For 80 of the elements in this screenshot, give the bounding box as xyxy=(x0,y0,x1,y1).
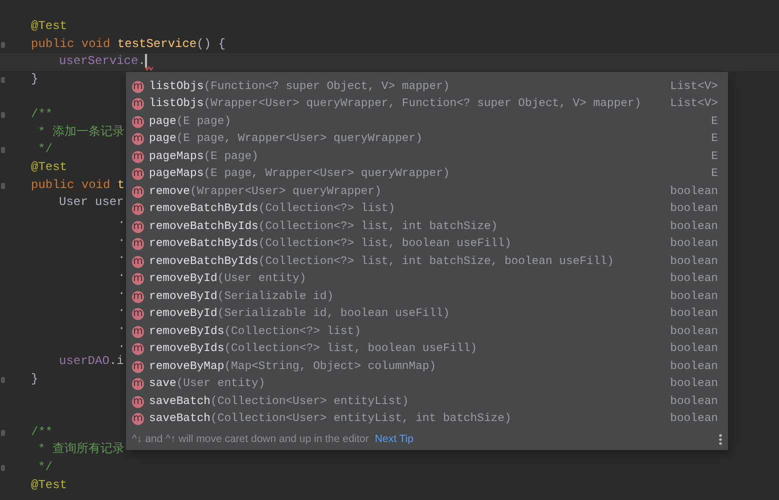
completion-item[interactable]: m listObjs(Wrapper<User> queryWrapper, Function<? super Object, V> mapper) List<V> xyxy=(126,96,728,113)
code-text: @Test xyxy=(31,160,68,174)
code-text: public void xyxy=(31,178,112,192)
completion-item[interactable]: m removeByIds(Collection<?> list, boolean useFill) boolean xyxy=(126,340,728,358)
method-icon: m xyxy=(132,378,144,390)
code-text: . xyxy=(118,301,126,316)
completion-item[interactable]: m removeByIds(Collection<?> list) boolean xyxy=(126,323,728,340)
code-text: () { xyxy=(196,36,226,51)
method-icon: m xyxy=(132,186,144,198)
method-icon: m xyxy=(132,98,144,110)
method-icon: m xyxy=(132,360,144,373)
method-icon: m xyxy=(132,133,144,146)
completion-item[interactable]: m removeById(Serializable id, boolean useFill) boolean xyxy=(126,306,728,323)
code-text: public void xyxy=(31,36,112,51)
completion-item[interactable]: m saveBatch(Collection<User> entityList, int batchSize) boolean xyxy=(126,410,728,428)
completion-item[interactable]: m removeBatchByIds(Collection<?> list) boolean xyxy=(126,200,728,218)
completion-item[interactable]: m removeBatchByIds(Collection<?> list, int batchSize) boolean xyxy=(126,218,728,236)
method-icon: m xyxy=(132,220,144,233)
method-icon: m xyxy=(132,396,144,408)
method-icon: m xyxy=(132,150,144,163)
fold-marker-icon[interactable] xyxy=(1,376,5,383)
code-text: . xyxy=(118,213,126,228)
method-icon: m xyxy=(132,290,144,303)
method-icon: m xyxy=(132,238,144,250)
completion-item[interactable]: m page(E page, Wrapper<User> queryWrapper) E xyxy=(126,130,728,148)
fold-marker-icon[interactable] xyxy=(1,76,5,83)
more-options-icon[interactable] xyxy=(719,434,722,444)
fold-marker-icon[interactable] xyxy=(1,182,5,189)
fold-marker-icon[interactable] xyxy=(1,42,5,48)
fold-marker-icon[interactable] xyxy=(1,147,5,154)
code-text: */ xyxy=(38,142,52,156)
completion-item[interactable]: m pageMaps(E page) E xyxy=(126,148,728,166)
method-icon: m xyxy=(132,203,144,216)
code-text: . xyxy=(118,248,126,262)
code-text: @Test xyxy=(31,19,68,33)
code-text: . xyxy=(118,266,126,280)
fold-marker-icon[interactable] xyxy=(1,465,5,472)
method-icon: m xyxy=(132,273,144,286)
completion-item[interactable]: m saveBatch(Collection<User> entityList) boolean xyxy=(126,393,728,410)
hint-text: ^↓ and ^↑ will move caret down and up in the editor xyxy=(132,433,369,445)
code-text: * 添加一条记录 xyxy=(38,124,124,139)
fold-marker-icon[interactable] xyxy=(1,430,5,436)
code-text: . xyxy=(118,284,126,298)
code-text: } xyxy=(31,72,38,86)
code-text: . xyxy=(118,336,126,351)
completion-item[interactable]: m removeByMap(Map<String, Object> columnMap) boolean xyxy=(126,358,728,376)
code-text: } xyxy=(31,372,38,386)
completion-item[interactable]: m pageMaps(E page, Wrapper<User> queryWrapper) E xyxy=(126,166,728,183)
completion-item[interactable]: m listObjs(Function<? super Object, V> mapper) List<V> xyxy=(126,78,728,96)
code-text: * 查询所有记录 xyxy=(38,442,124,456)
code-text: userDAO xyxy=(59,354,110,368)
code-text: . xyxy=(118,230,126,245)
code-text: @Test xyxy=(31,478,68,492)
completion-item[interactable]: m save(User entity) boolean xyxy=(126,376,728,393)
method-icon: m xyxy=(132,413,144,426)
completion-item[interactable]: m removeById(User entity) boolean xyxy=(126,270,728,288)
method-icon: m xyxy=(132,116,144,128)
code-text: . xyxy=(118,318,126,333)
completion-item[interactable]: m page(E page) E xyxy=(126,113,728,130)
code-text: /** xyxy=(31,424,53,439)
completion-item[interactable]: m removeBatchByIds(Collection<?> list, int batchSize, boolean useFill) boolean xyxy=(126,253,728,270)
code-text: User user xyxy=(59,195,124,210)
code-text: testService xyxy=(117,36,197,51)
fold-marker-icon[interactable] xyxy=(1,112,5,118)
text-caret xyxy=(145,54,148,68)
completion-item[interactable]: m removeBatchByIds(Collection<?> list, boolean useFill) boolean xyxy=(126,236,728,253)
code-text: /** xyxy=(31,107,53,122)
method-icon: m xyxy=(132,308,144,320)
method-icon: m xyxy=(132,168,144,180)
completion-item[interactable]: m removeById(Serializable id) boolean xyxy=(126,288,728,306)
code-text: userService xyxy=(59,54,138,68)
completion-item[interactable]: m remove(Wrapper<User> queryWrapper) boolean xyxy=(126,183,728,200)
method-icon: m xyxy=(132,326,144,338)
method-icon: m xyxy=(132,256,144,268)
method-icon: m xyxy=(132,343,144,356)
code-text: t xyxy=(117,178,125,192)
method-icon: m xyxy=(132,80,144,93)
code-text: */ xyxy=(38,460,52,474)
code-text: .i xyxy=(109,354,124,368)
code-text: . xyxy=(138,54,146,68)
